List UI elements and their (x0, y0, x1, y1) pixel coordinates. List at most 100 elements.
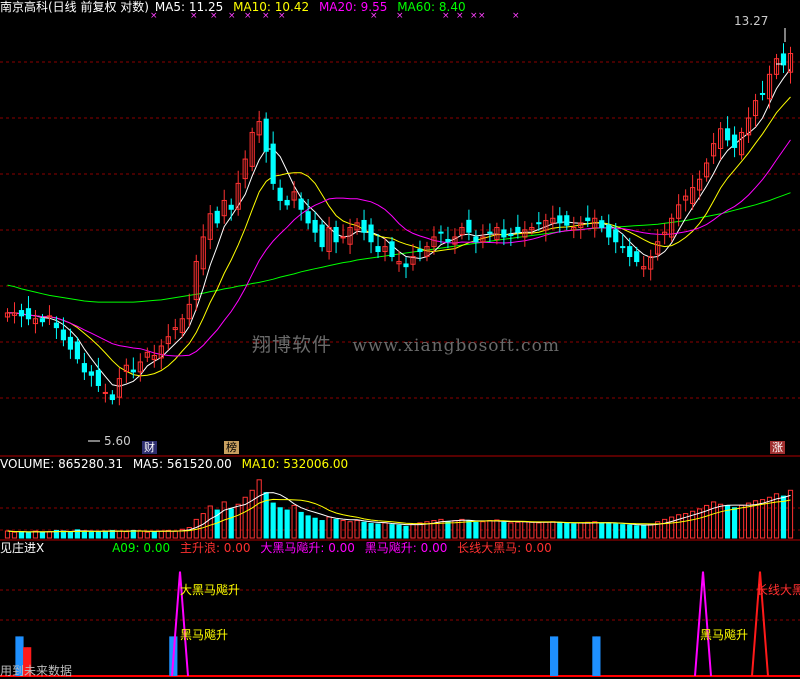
candle-body-51 (361, 219, 367, 233)
tag-cai[interactable]: 财 (142, 441, 157, 454)
top-marker-12: × (478, 11, 486, 21)
volume-bar-9 (67, 531, 74, 539)
volume-bar-17 (123, 531, 129, 539)
candle-body-72 (508, 234, 514, 237)
candle-body-30 (214, 210, 220, 224)
candle-body-73 (515, 226, 521, 233)
volume-bar-92 (648, 523, 654, 539)
candle-body-86 (606, 224, 612, 238)
signal-bar-blue-6 (592, 636, 597, 676)
volume-label: VOLUME: 865280.31 (0, 457, 123, 471)
candle-body-90 (634, 251, 640, 263)
candle-body-48 (340, 236, 346, 239)
price-high-label: 13.27 (734, 14, 769, 28)
ma20-line (7, 139, 791, 357)
dark-horse-label: 黑马飚升: 0.00 (364, 541, 448, 555)
volume-header: VOLUME: 865280.31 MA5: 561520.00 MA10: 5… (0, 457, 354, 471)
candle-body-9 (67, 336, 74, 350)
candle-body-39 (277, 187, 283, 201)
volume-bar-81 (571, 523, 577, 539)
volume-bar-70 (494, 519, 500, 539)
a09-label: A09: 0.00 (112, 541, 171, 555)
volume-bar-40 (284, 509, 290, 539)
volume-bar-52 (368, 522, 374, 539)
signal-bar-blue-4 (550, 636, 555, 676)
volume-bar-95 (669, 516, 675, 539)
volume-bar-55 (389, 524, 395, 539)
volume-bar-90 (634, 525, 640, 539)
candle-body-111 (780, 53, 787, 66)
main-wave-label: 主升浪: 0.00 (179, 541, 251, 555)
volume-bar-20 (144, 531, 150, 539)
watermark-url: www.xiangbosoft.com (352, 336, 560, 356)
volume-bar-13 (95, 531, 101, 539)
signal-dark-horse-right: 黑马飚升 (700, 628, 749, 642)
volume-bar-42 (298, 511, 304, 539)
volume-bar-24 (172, 530, 178, 539)
volume-bar-51 (361, 521, 367, 539)
footer-note: 用到未来数据 (0, 664, 73, 678)
candle-body-76 (536, 222, 542, 225)
watermark-cn: 翔博软件 (252, 334, 333, 356)
tag-zhang[interactable]: 涨 (770, 441, 785, 454)
signal-long-dark-horse: 长线大黑 (756, 583, 800, 597)
signal-spike-1 (694, 571, 712, 677)
volume-bar-45 (319, 520, 325, 539)
price-header: 南京高科(日线 前复权 对数) MA5: 11.25 MA10: 10.42 M… (0, 0, 472, 14)
candle-body-67 (473, 236, 479, 243)
volume-bar-22 (158, 530, 164, 539)
volume-bar-111 (780, 495, 787, 539)
volume-bar-0 (4, 530, 11, 539)
volume-bar-8 (60, 530, 67, 539)
candle-body-10 (74, 341, 81, 360)
volume-bar-41 (291, 504, 297, 539)
indicator-header: 见庄进X A09: 0.00 主升浪: 0.00 大黑马飚升: 0.00 黑马飚… (0, 541, 558, 555)
ma5-label: MA5: 11.25 (154, 0, 224, 14)
candle-body-11 (81, 363, 87, 373)
candle-body-52 (368, 224, 374, 243)
candle-body-108 (759, 92, 766, 95)
volume-bar-96 (676, 514, 682, 539)
volume-bar-47 (333, 518, 339, 539)
volume-bar-69 (487, 520, 493, 539)
candle-body-69 (487, 231, 493, 234)
grid-lines (0, 61, 800, 677)
volume-bar-79 (557, 522, 563, 539)
volume-bar-32 (228, 508, 234, 539)
candle-body-87 (613, 229, 619, 243)
price-low-label: 5.60 (104, 434, 131, 448)
candle-body-38 (270, 143, 276, 184)
candle-body-104 (731, 134, 738, 148)
signal-big-dark-horse: 大黑马飚升 (180, 583, 241, 597)
indicator-bars (15, 571, 769, 677)
volume-bar-29 (207, 505, 213, 539)
tag-bang[interactable]: 榜 (224, 441, 239, 454)
volume-bar-44 (312, 517, 318, 539)
long-dark-horse-label: 长线大黑马: 0.00 (457, 541, 552, 555)
volume-bar-87 (613, 523, 619, 539)
candle-body-32 (228, 204, 234, 210)
volume-bar-88 (620, 524, 626, 539)
volume-bar-108 (759, 499, 766, 539)
volume-bar-58 (410, 523, 416, 539)
candle-body-5 (39, 318, 46, 323)
candle-body-2 (18, 310, 25, 317)
volume-bar-21 (151, 531, 157, 539)
indicator-name[interactable]: 见庄进X (0, 541, 44, 555)
volume-bar-56 (396, 524, 402, 539)
volume-bar-14 (102, 530, 108, 539)
volume-bar-46 (326, 516, 332, 539)
volume-bar-89 (627, 524, 633, 539)
candle-body-79 (557, 215, 563, 224)
candle-body-103 (724, 128, 731, 141)
volume-bar-28 (200, 513, 206, 539)
candle-body-66 (466, 219, 472, 233)
volume-bar-43 (305, 515, 311, 539)
candle-body-3 (25, 308, 32, 320)
ma10-label: MA10: 10.42 (233, 0, 310, 14)
candle-body-57 (403, 263, 409, 268)
candle-body-88 (620, 246, 626, 249)
volume-bar-71 (501, 521, 507, 539)
volume-bar-86 (606, 522, 612, 539)
volume-bars (4, 479, 794, 539)
